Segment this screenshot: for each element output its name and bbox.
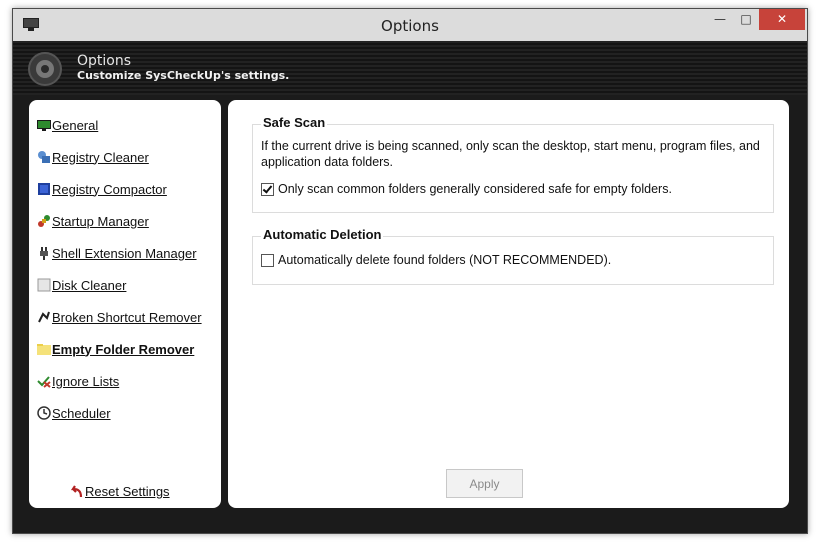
- content-panel: Safe Scan If the current drive is being …: [228, 100, 789, 508]
- sidebar-item-registry-cleaner[interactable]: Registry Cleaner: [36, 148, 149, 166]
- safe-scan-group: Safe Scan If the current drive is being …: [252, 115, 774, 213]
- automatic-deletion-option[interactable]: Automatically delete found folders (NOT …: [261, 253, 611, 267]
- gear-logo-icon: [28, 52, 62, 86]
- safe-scan-title: Safe Scan: [261, 115, 328, 130]
- close-button[interactable]: ✕: [759, 9, 805, 30]
- reset-settings-link[interactable]: Reset Settings: [69, 484, 170, 499]
- header-banner: Options Customize SysCheckUp's settings.: [13, 41, 807, 95]
- folder-icon: [37, 344, 51, 355]
- sidebar-item-shell-extension-manager[interactable]: Shell Extension Manager: [36, 244, 197, 262]
- sidebar-item-label: Ignore Lists: [52, 373, 120, 389]
- monitor-icon: [37, 120, 51, 131]
- sidebar-item-startup-manager[interactable]: Startup Manager: [36, 212, 149, 230]
- sidebar-item-label: Registry Compactor: [52, 181, 167, 197]
- automatic-deletion-group: Automatic Deletion Automatically delete …: [252, 227, 774, 285]
- reset-settings-label: Reset Settings: [85, 484, 170, 499]
- sidebar-item-disk-cleaner[interactable]: Disk Cleaner: [36, 276, 126, 294]
- safe-scan-checkbox[interactable]: [261, 182, 274, 196]
- maximize-button[interactable]: □: [733, 9, 759, 30]
- sidebar-item-label: Empty Folder Remover: [52, 341, 195, 357]
- sidebar-item-broken-shortcut-remover[interactable]: Broken Shortcut Remover: [36, 308, 202, 326]
- registry-compactor-icon: [38, 183, 50, 195]
- sidebar: General Registry Cleaner Registry Compac…: [29, 100, 221, 508]
- ignore-list-icon: [37, 376, 51, 388]
- safe-scan-option-label: Only scan common folders generally consi…: [278, 182, 672, 196]
- disk-cleaner-icon: [37, 278, 51, 292]
- sidebar-item-label: Broken Shortcut Remover: [52, 309, 202, 325]
- clock-icon: [37, 406, 51, 420]
- automatic-deletion-option-label: Automatically delete found folders (NOT …: [278, 253, 612, 267]
- broken-shortcut-icon: [38, 311, 50, 323]
- safe-scan-option[interactable]: Only scan common folders generally consi…: [261, 182, 672, 196]
- sidebar-item-label: General: [52, 117, 99, 133]
- header-subtitle: Customize SysCheckUp's settings.: [77, 69, 290, 82]
- sidebar-item-ignore-lists[interactable]: Ignore Lists: [36, 372, 119, 390]
- apply-button[interactable]: Apply: [446, 469, 523, 498]
- header-title: Options: [77, 53, 132, 69]
- registry-cleaner-icon: [38, 151, 50, 163]
- sidebar-item-scheduler[interactable]: Scheduler: [36, 404, 111, 422]
- sidebar-item-registry-compactor[interactable]: Registry Compactor: [36, 180, 167, 198]
- sidebar-item-label: Scheduler: [52, 405, 111, 421]
- minimize-button[interactable]: —: [707, 9, 733, 30]
- sidebar-item-label: Registry Cleaner: [52, 149, 149, 165]
- plug-icon: [40, 247, 48, 260]
- reset-arrow-icon: [70, 484, 83, 497]
- window-title: Options: [381, 17, 439, 35]
- startup-manager-icon: [38, 215, 50, 227]
- sidebar-item-label: Disk Cleaner: [52, 277, 127, 293]
- sidebar-item-label: Shell Extension Manager: [52, 245, 197, 261]
- automatic-deletion-title: Automatic Deletion: [261, 227, 384, 242]
- options-window: Options — □ ✕ Options Customize SysCheck…: [12, 8, 808, 534]
- title-bar[interactable]: Options — □ ✕: [13, 9, 807, 41]
- safe-scan-description: If the current drive is being scanned, o…: [261, 139, 760, 169]
- sidebar-item-label: Startup Manager: [52, 213, 149, 229]
- sidebar-item-general[interactable]: General: [36, 116, 98, 134]
- automatic-deletion-checkbox[interactable]: [261, 253, 274, 267]
- sidebar-item-empty-folder-remover[interactable]: Empty Folder Remover: [36, 340, 194, 358]
